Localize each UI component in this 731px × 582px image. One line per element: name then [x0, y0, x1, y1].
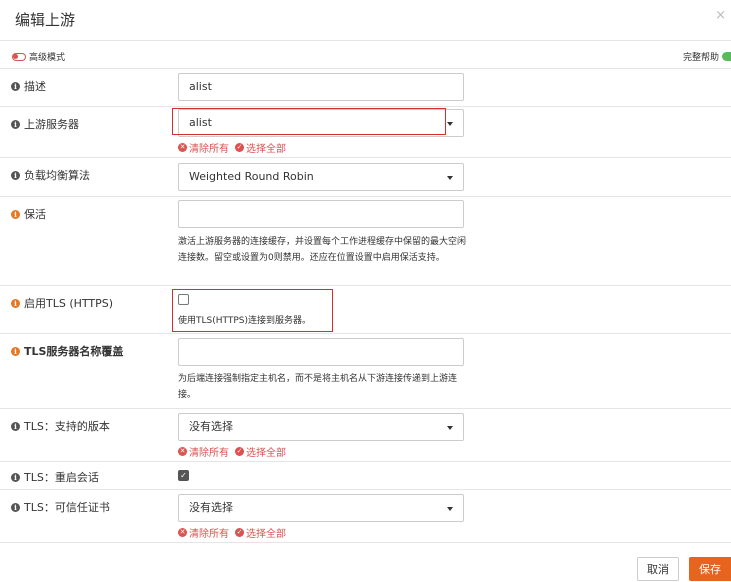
x-circle-icon: ✕: [178, 143, 187, 152]
full-help-label: 完整帮助: [682, 53, 719, 63]
tls-servername-input[interactable]: [178, 338, 464, 366]
chevron-down-icon: [447, 426, 453, 430]
upstream-servers-label: i 上游服务器: [11, 116, 79, 132]
info-icon[interactable]: i: [11, 209, 20, 219]
tls-servername-row: i TLS服务器名称覆盖 为后端连接强制指定主机名，而不是将主机名从下游连接传递…: [0, 334, 731, 409]
chevron-down-icon: [447, 507, 453, 511]
keepalive-label: i 保活: [11, 206, 46, 222]
toggle-on-icon: [722, 52, 731, 61]
info-icon[interactable]: i: [11, 81, 20, 91]
tls-session-row: i TLS：重启会话 ✓: [0, 462, 731, 490]
info-icon[interactable]: i: [11, 346, 20, 356]
info-icon[interactable]: i: [11, 298, 20, 308]
select-all-link[interactable]: ✓ 选择全部: [235, 140, 286, 155]
load-balancing-label: i 负载均衡算法: [11, 167, 90, 183]
enable-tls-label: i 启用TLS (HTTPS): [11, 295, 113, 311]
mode-toggle-row: 高级模式 完整帮助: [0, 42, 731, 69]
info-icon[interactable]: i: [11, 421, 20, 431]
info-icon[interactable]: i: [11, 502, 20, 512]
info-icon[interactable]: i: [11, 472, 20, 482]
dialog-title: 编辑上游: [15, 11, 76, 29]
description-row: i 描述 alist: [0, 69, 731, 107]
tls-trusted-cert-links: ✕ 清除所有 ✓ 选择全部: [178, 525, 292, 540]
clear-all-link[interactable]: ✕ 清除所有: [178, 140, 229, 155]
x-circle-icon: ✕: [178, 528, 187, 537]
dialog-header: 编辑上游 ×: [0, 0, 731, 41]
check-circle-icon: ✓: [235, 528, 244, 537]
description-label: i 描述: [11, 78, 46, 94]
description-input[interactable]: alist: [178, 73, 464, 101]
check-circle-icon: ✓: [235, 143, 244, 152]
upstream-servers-select[interactable]: alist: [178, 109, 464, 137]
info-icon[interactable]: i: [11, 170, 20, 180]
info-icon[interactable]: i: [11, 119, 20, 129]
select-all-link[interactable]: ✓ 选择全部: [235, 444, 286, 459]
tls-trusted-cert-row: i TLS：可信任证书 没有选择 ✕ 清除所有 ✓ 选择全部: [0, 490, 731, 543]
upstream-servers-links: ✕ 清除所有 ✓ 选择全部: [178, 140, 292, 155]
save-button[interactable]: 保存: [689, 557, 731, 581]
keepalive-help: 激活上游服务器的连接缓存，并设置每个工作进程缓存中保留的最大空闲连接数。留空或设…: [178, 237, 467, 263]
x-circle-icon: ✕: [178, 447, 187, 456]
tls-servername-label: i TLS服务器名称覆盖: [11, 343, 123, 359]
tls-versions-row: i TLS：支持的版本 没有选择 ✕ 清除所有 ✓ 选择全部: [0, 409, 731, 462]
tls-servername-help: 为后端连接强制指定主机名，而不是将主机名从下游连接传递到上游连接。: [178, 374, 458, 400]
upstream-servers-row: i 上游服务器 alist ✕ 清除所有 ✓ 选择全部: [0, 107, 731, 158]
chevron-down-icon: [447, 176, 453, 180]
tls-session-label: i TLS：重启会话: [11, 469, 99, 485]
keepalive-row: i 保活 激活上游服务器的连接缓存，并设置每个工作进程缓存中保留的最大空闲连接数…: [0, 197, 731, 286]
check-circle-icon: ✓: [235, 447, 244, 456]
close-button[interactable]: ×: [715, 8, 726, 23]
enable-tls-checkbox[interactable]: [178, 294, 189, 305]
select-all-link[interactable]: ✓ 选择全部: [235, 525, 286, 540]
keepalive-input[interactable]: [178, 200, 464, 228]
full-help-toggle[interactable]: 完整帮助: [683, 50, 731, 63]
load-balancing-select[interactable]: Weighted Round Robin: [178, 163, 464, 191]
toggle-off-icon: [12, 52, 26, 61]
load-balancing-row: i 负载均衡算法 Weighted Round Robin: [0, 158, 731, 197]
tls-versions-select[interactable]: 没有选择: [178, 413, 464, 441]
tls-trusted-cert-label: i TLS：可信任证书: [11, 499, 110, 515]
tls-trusted-cert-select[interactable]: 没有选择: [178, 494, 464, 522]
clear-all-link[interactable]: ✕ 清除所有: [178, 444, 229, 459]
tls-versions-links: ✕ 清除所有 ✓ 选择全部: [178, 444, 292, 459]
clear-all-link[interactable]: ✕ 清除所有: [178, 525, 229, 540]
advanced-mode-toggle[interactable]: 高级模式: [12, 50, 65, 63]
enable-tls-row: i 启用TLS (HTTPS) 使用TLS(HTTPS)连接到服务器。: [0, 286, 731, 334]
tls-versions-label: i TLS：支持的版本: [11, 418, 110, 434]
advanced-mode-label: 高级模式: [29, 53, 66, 63]
enable-tls-help: 使用TLS(HTTPS)连接到服务器。: [178, 316, 311, 326]
chevron-down-icon: [447, 122, 453, 126]
tls-session-checkbox[interactable]: ✓: [178, 470, 189, 481]
cancel-button[interactable]: 取消: [637, 557, 679, 581]
